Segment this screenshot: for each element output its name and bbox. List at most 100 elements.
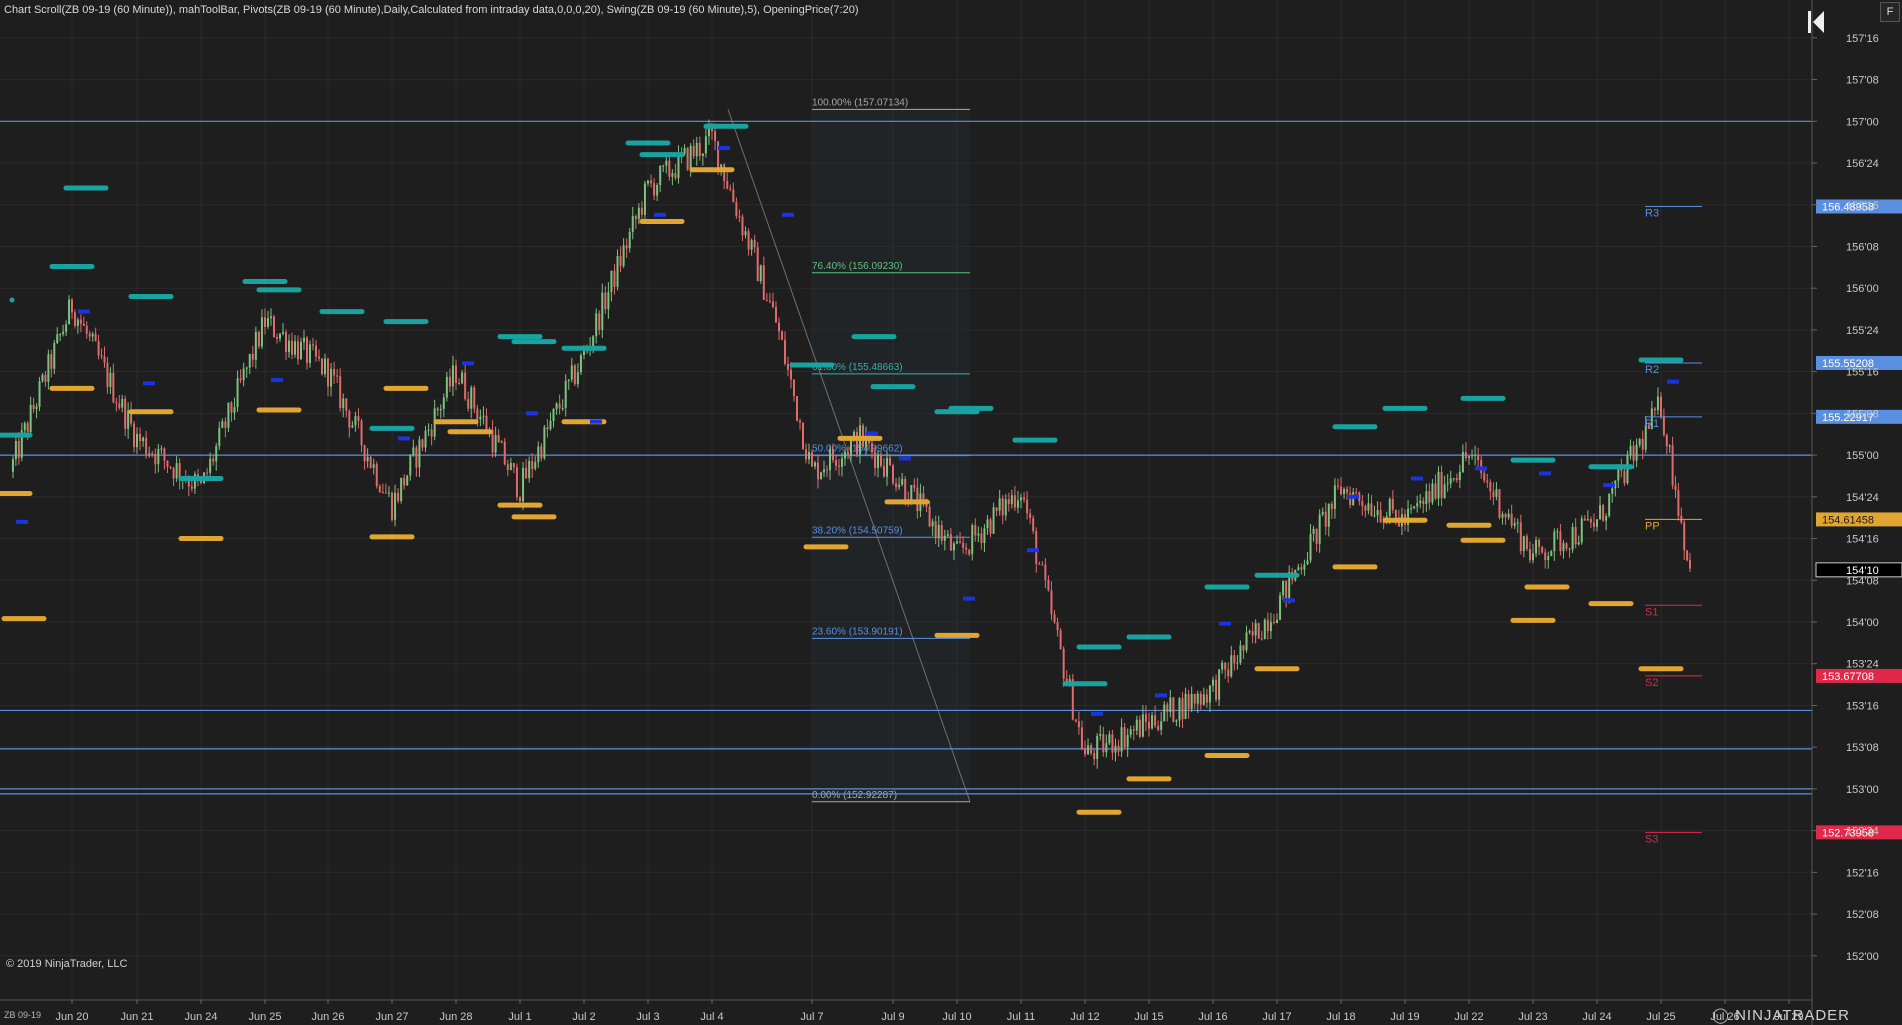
candle-body xyxy=(1498,489,1501,518)
candle-body xyxy=(400,477,403,501)
candle-body xyxy=(1370,503,1373,516)
price-chart[interactable]: 100.00% (157.07134)76.40% (156.09230)61.… xyxy=(0,0,1902,1025)
candle-body xyxy=(1032,517,1035,532)
price-tick-label: 152'16 xyxy=(1846,867,1879,879)
candle-body xyxy=(1306,560,1309,565)
candle-body xyxy=(1376,510,1379,516)
candle-body xyxy=(619,256,622,266)
candle-body xyxy=(1257,623,1260,639)
candle-body xyxy=(1379,510,1382,523)
candle-body xyxy=(787,363,789,370)
opening-price-marker xyxy=(1603,483,1615,488)
candle-body xyxy=(1683,522,1686,551)
candle-body xyxy=(1166,704,1169,712)
candle-body xyxy=(1263,619,1266,640)
candle-body xyxy=(768,300,771,302)
candle-body xyxy=(980,533,983,543)
candle-body xyxy=(1007,499,1010,505)
candle-body xyxy=(604,292,607,310)
candle-body xyxy=(625,245,628,249)
candle-body xyxy=(835,460,837,466)
fib-level-label: 100.00% (157.07134) xyxy=(812,97,908,108)
candle-body xyxy=(692,145,695,157)
candle-body xyxy=(1674,485,1677,491)
candle-body xyxy=(1160,721,1163,730)
candle-body xyxy=(928,506,931,527)
candle-body xyxy=(714,131,717,142)
candle-body xyxy=(1461,452,1464,472)
candle-body xyxy=(38,381,41,407)
candle-body xyxy=(1477,454,1480,461)
candle-body xyxy=(689,145,692,170)
candle-body xyxy=(1662,416,1665,435)
candle-body xyxy=(1016,500,1019,508)
candle-body xyxy=(1410,508,1413,510)
candle-body xyxy=(112,372,115,403)
candle-body xyxy=(324,358,326,375)
candle-body xyxy=(1309,533,1312,561)
candle-body xyxy=(1151,715,1154,729)
candle-body xyxy=(1547,556,1550,560)
candle-body xyxy=(503,441,506,465)
scroll-to-start-icon[interactable] xyxy=(1806,10,1826,36)
candle-body xyxy=(1010,495,1013,505)
candle-body xyxy=(32,405,35,410)
candle-body xyxy=(986,519,989,529)
price-tick-label: 154'16 xyxy=(1846,534,1879,546)
candle-body xyxy=(1236,662,1239,664)
candle-body xyxy=(53,342,56,369)
copyright-text: © 2019 NinjaTrader, LLC xyxy=(6,958,128,970)
candle-body xyxy=(264,317,266,327)
candle-body xyxy=(1388,498,1391,517)
candle-body xyxy=(327,358,329,387)
candle-body xyxy=(1144,714,1147,722)
candle-body xyxy=(1248,631,1251,633)
candle-body xyxy=(35,406,38,410)
time-tick-label: Jul 1 xyxy=(508,1011,531,1023)
candle-body xyxy=(321,358,323,375)
time-tick-label: Jul 9 xyxy=(881,1011,904,1023)
candle-body xyxy=(662,165,665,167)
price-tick-label: 156'08 xyxy=(1846,241,1879,253)
candle-body xyxy=(717,141,720,171)
candle-body xyxy=(946,534,949,536)
candle-body xyxy=(949,534,952,551)
candle-body xyxy=(106,362,109,388)
candle-body xyxy=(723,164,726,182)
candle-body xyxy=(1321,511,1324,515)
candle-body xyxy=(968,549,971,555)
candle-body xyxy=(239,378,242,381)
time-tick-label: Jun 21 xyxy=(120,1011,153,1023)
candle-body xyxy=(50,354,53,369)
time-tick-label: Jul 25 xyxy=(1646,1011,1675,1023)
candle-body xyxy=(1330,503,1333,509)
candle-body xyxy=(820,472,822,480)
candle-body xyxy=(1245,632,1248,651)
candle-body xyxy=(1117,745,1120,752)
candle-body xyxy=(260,317,263,347)
candle-body xyxy=(995,507,998,511)
candle-body xyxy=(558,403,561,409)
candle-body xyxy=(360,420,363,446)
opening-price-marker xyxy=(271,377,283,382)
candle-body xyxy=(291,340,293,355)
candle-body xyxy=(570,365,573,380)
candle-body xyxy=(26,423,29,433)
candle-body xyxy=(1336,485,1339,487)
f-button[interactable]: F xyxy=(1880,2,1900,22)
candle-body xyxy=(1077,721,1080,728)
candle-body xyxy=(1041,564,1044,566)
candle-body xyxy=(519,497,521,502)
candle-body xyxy=(276,336,278,339)
candle-body xyxy=(1266,619,1269,632)
candle-body xyxy=(1035,531,1038,564)
candle-body xyxy=(1340,486,1342,495)
candle-body xyxy=(1318,514,1321,544)
candle-body xyxy=(1093,753,1096,760)
candle-body xyxy=(1605,515,1608,521)
candle-body xyxy=(1425,491,1428,505)
candle-body xyxy=(387,492,390,494)
candle-body xyxy=(1004,499,1007,516)
candle-body xyxy=(1525,536,1528,550)
candle-body xyxy=(476,408,479,420)
